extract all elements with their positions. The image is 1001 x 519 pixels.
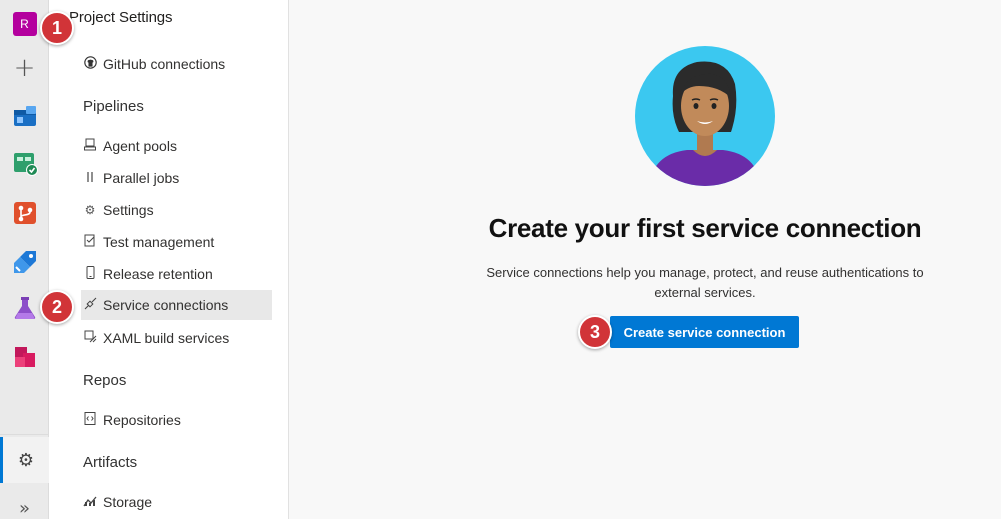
phone-icon xyxy=(83,266,97,282)
nav-item-label: Repositories xyxy=(103,412,181,428)
test-management-icon xyxy=(83,234,97,250)
nav-item-label: XAML build services xyxy=(103,330,230,346)
rail-overview[interactable] xyxy=(0,95,49,139)
repo-icon xyxy=(83,412,97,428)
rail-project-settings[interactable]: ⚙ xyxy=(0,437,49,483)
build-icon xyxy=(83,330,97,346)
artifacts-icon xyxy=(14,347,35,367)
nav-item-label: Parallel jobs xyxy=(103,170,180,186)
double-chevron-right-icon: » xyxy=(18,497,30,519)
gear-icon: ⚙ xyxy=(17,449,35,471)
nav-item-label: Settings xyxy=(103,202,154,218)
empty-state-headline: Create your first service connection xyxy=(488,213,922,243)
new-item-button[interactable]: + xyxy=(0,46,49,90)
gear-icon: ⚙ xyxy=(84,203,96,217)
nav-item-github-connections[interactable]: GitHub connections xyxy=(83,49,271,79)
nav-item-label: Agent pools xyxy=(103,138,177,154)
rail-divider xyxy=(0,434,49,435)
parallel-jobs-icon xyxy=(83,171,97,186)
plus-icon: + xyxy=(13,53,36,83)
nav-item-label: Release retention xyxy=(103,266,213,282)
nav-item-label: Storage xyxy=(103,494,153,510)
settings-nav: Project Settings GitHub connections Pipe… xyxy=(49,0,289,519)
nav-item-repositories[interactable]: Repositories xyxy=(83,405,271,435)
test-plans-icon xyxy=(14,297,35,319)
product-rail: R + ⚙ » xyxy=(0,0,49,519)
repos-icon xyxy=(13,202,36,224)
nav-section-pipelines: Pipelines xyxy=(83,98,144,115)
nav-item-label: Service connections xyxy=(103,297,229,313)
person-illustration xyxy=(635,46,775,186)
nav-item-release-retention[interactable]: Release retention xyxy=(83,259,271,289)
overview-icon xyxy=(13,106,36,126)
plug-icon xyxy=(83,297,97,313)
nav-title: Project Settings xyxy=(69,9,173,26)
nav-item-agent-pools[interactable]: Agent pools xyxy=(83,131,271,161)
nav-item-parallel-jobs[interactable]: Parallel jobs xyxy=(83,163,271,193)
storage-icon xyxy=(83,495,97,510)
expand-rail-button[interactable]: » xyxy=(0,486,49,519)
main-content: Create your first service connection Ser… xyxy=(290,0,1001,519)
nav-section-artifacts: Artifacts xyxy=(83,454,138,471)
nav-item-xaml-build-services[interactable]: XAML build services xyxy=(83,323,271,353)
github-icon xyxy=(83,56,97,72)
rail-pipelines[interactable] xyxy=(0,240,49,284)
nav-section-repos: Repos xyxy=(83,372,127,389)
nav-item-label: GitHub connections xyxy=(103,56,226,72)
nav-item-label: Test management xyxy=(103,234,215,250)
empty-state-description: Service connections help you manage, pro… xyxy=(486,265,924,300)
nav-item-test-management[interactable]: Test management xyxy=(83,227,271,257)
boards-icon xyxy=(13,153,38,176)
rail-artifacts[interactable] xyxy=(0,335,49,379)
callout-marker-3: 3 xyxy=(578,315,612,349)
rail-repos[interactable] xyxy=(0,191,49,235)
nav-item-settings[interactable]: ⚙ Settings xyxy=(83,195,271,225)
callout-marker-1: 1 xyxy=(40,11,74,45)
create-service-connection-button[interactable]: Create service connection xyxy=(610,316,799,348)
nav-item-storage[interactable]: Storage xyxy=(83,487,271,517)
nav-item-service-connections[interactable]: Service connections xyxy=(81,290,272,320)
rail-boards[interactable] xyxy=(0,141,49,185)
callout-marker-2: 2 xyxy=(40,290,74,324)
org-avatar: R xyxy=(12,12,37,36)
agent-pools-icon xyxy=(83,138,97,154)
pipelines-icon xyxy=(13,251,36,273)
